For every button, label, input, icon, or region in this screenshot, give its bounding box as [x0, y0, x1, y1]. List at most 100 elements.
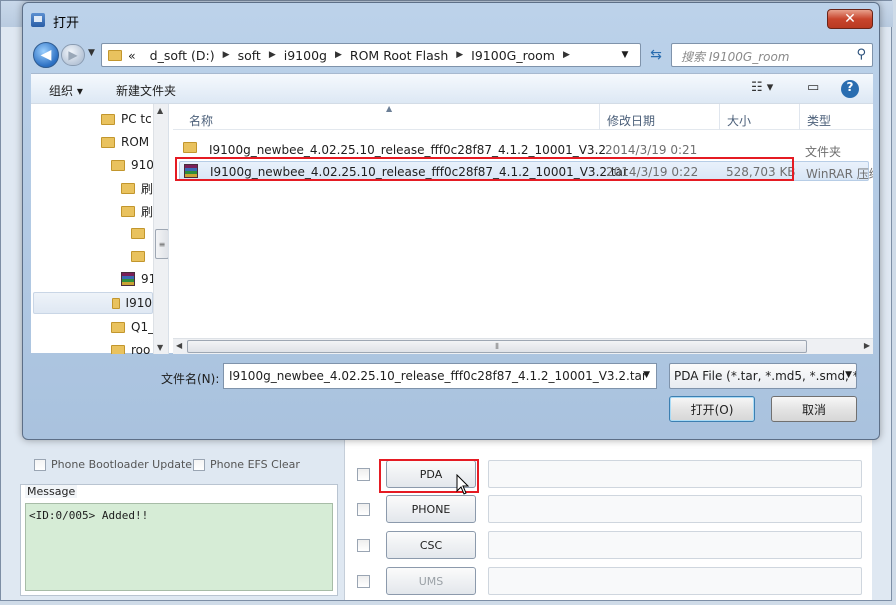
- message-log[interactable]: <ID:0/005> Added!!: [25, 503, 333, 591]
- scroll-down-icon[interactable]: ▼: [157, 343, 163, 352]
- ums-button[interactable]: UMS: [386, 567, 476, 595]
- tree-item[interactable]: 刷: [121, 200, 153, 222]
- pda-checkbox[interactable]: [357, 467, 370, 481]
- folder-icon: [121, 205, 135, 217]
- new-folder-button[interactable]: 新建文件夹: [116, 82, 176, 99]
- file-list-hscrollbar[interactable]: ◀ ⦀ ▶: [173, 338, 873, 354]
- close-button[interactable]: ✕: [827, 9, 873, 29]
- help-icon[interactable]: ?: [841, 80, 859, 98]
- back-button[interactable]: ◀: [33, 42, 59, 68]
- file-date: 2014/3/19 0:21: [605, 143, 698, 157]
- bootloader-update-checkbox[interactable]: Phone Bootloader Update: [34, 458, 192, 471]
- breadcrumb-i9100g[interactable]: i9100g: [284, 48, 327, 63]
- file-row-csc: CSC: [357, 531, 862, 559]
- chevron-right-icon[interactable]: ▶: [335, 50, 342, 60]
- cancel-button[interactable]: 取消: [771, 396, 857, 422]
- checkbox-box[interactable]: [193, 458, 205, 471]
- scroll-thumb[interactable]: ⦀: [187, 340, 807, 353]
- csc-path-field[interactable]: [488, 531, 862, 559]
- file-row-ums: UMS: [357, 567, 862, 595]
- chevron-right-icon[interactable]: ▶: [223, 50, 230, 60]
- checkbox-box[interactable]: [34, 458, 46, 471]
- breadcrumb-soft[interactable]: soft: [238, 48, 261, 63]
- message-legend: Message: [25, 485, 78, 498]
- column-divider[interactable]: [799, 104, 800, 130]
- dialog-content: PC tc ROM 910 刷 刷 91 I910 Q1_ roo ▲ ≡ ▼ …: [31, 103, 873, 354]
- column-date[interactable]: 修改日期: [607, 112, 655, 129]
- scroll-right-icon[interactable]: ▶: [864, 341, 870, 350]
- folder-icon: [101, 136, 115, 148]
- file-list: ▲ 名称 修改日期 大小 类型 I9100g_newbee_4.02.25.10…: [173, 104, 873, 354]
- tree-item[interactable]: ROM: [101, 131, 149, 153]
- winrar-archive-icon: [121, 272, 135, 286]
- tree-item-label: 刷: [141, 204, 154, 219]
- ums-checkbox[interactable]: [357, 574, 370, 588]
- tree-item-label: PC tc: [121, 112, 152, 126]
- tree-scrollbar[interactable]: ▲ ≡ ▼: [153, 104, 168, 354]
- file-name: I9100g_newbee_4.02.25.10_release_fff0c28…: [209, 143, 607, 157]
- open-button[interactable]: 打开(O): [669, 396, 755, 422]
- tree-item-label: I910: [125, 296, 152, 310]
- efs-clear-checkbox[interactable]: Phone EFS Clear: [193, 458, 300, 471]
- search-icon[interactable]: ⚲: [856, 47, 866, 62]
- column-divider[interactable]: [719, 104, 720, 130]
- chevron-right-icon[interactable]: ▶: [456, 50, 463, 60]
- folder-icon: [111, 344, 125, 354]
- navigation-bar: ◀ ▶ ▼ « d_soft (D:) ▶ soft ▶ i9100g ▶ RO…: [31, 41, 873, 69]
- breadcrumb-current[interactable]: I9100G_room: [471, 48, 555, 63]
- phone-path-field[interactable]: [488, 495, 862, 523]
- chevron-right-icon[interactable]: ▶: [563, 50, 570, 60]
- filetype-dropdown-icon[interactable]: ▼: [845, 370, 852, 380]
- filetype-value: PDA File (*.tar, *.md5, *.smd, *.gz, *.t…: [674, 369, 856, 383]
- forward-button[interactable]: ▶: [61, 44, 85, 66]
- column-type[interactable]: 类型: [807, 112, 831, 129]
- dialog-bottom: 文件名(N): I9100g_newbee_4.02.25.10_release…: [31, 355, 873, 435]
- ums-path-field[interactable]: [488, 567, 862, 595]
- scroll-up-icon[interactable]: ▲: [157, 106, 163, 115]
- tree-item[interactable]: roo: [111, 339, 150, 354]
- recent-locations-dropdown-icon[interactable]: ▼: [88, 48, 95, 58]
- phone-button[interactable]: PHONE: [386, 495, 476, 523]
- filename-dropdown-icon[interactable]: ▼: [643, 370, 650, 380]
- folder-icon: [121, 182, 135, 194]
- filename-input[interactable]: I9100g_newbee_4.02.25.10_release_fff0c28…: [223, 363, 657, 389]
- column-name[interactable]: 名称: [189, 112, 213, 129]
- checkbox-label: Phone EFS Clear: [210, 458, 300, 471]
- checkbox-label: Phone Bootloader Update: [51, 458, 193, 471]
- search-input[interactable]: 搜索 I9100G_room ⚲: [671, 43, 873, 67]
- pda-path-field[interactable]: [488, 460, 862, 488]
- view-options-icon[interactable]: ☷ ▾: [751, 80, 773, 95]
- refresh-icon[interactable]: ⇆: [645, 44, 667, 66]
- csc-checkbox[interactable]: [357, 538, 370, 552]
- breadcrumb-overflow[interactable]: «: [128, 48, 136, 63]
- tree-item[interactable]: Q1_: [111, 316, 154, 338]
- app-icon: [31, 13, 45, 27]
- tree-item-label: 刷: [141, 181, 154, 196]
- tree-item[interactable]: 刷: [121, 177, 153, 199]
- navigation-tree: PC tc ROM 910 刷 刷 91 I910 Q1_ roo ▲ ≡ ▼: [31, 104, 169, 354]
- chevron-right-icon[interactable]: ▶: [269, 50, 276, 60]
- tree-item[interactable]: PC tc: [101, 108, 152, 130]
- tree-item-selected[interactable]: I910: [33, 292, 153, 314]
- filetype-select[interactable]: PDA File (*.tar, *.md5, *.smd, *.gz, *.t…: [669, 363, 857, 389]
- filename-value: I9100g_newbee_4.02.25.10_release_fff0c28…: [229, 369, 647, 383]
- scroll-left-icon[interactable]: ◀: [176, 341, 182, 350]
- organize-menu[interactable]: 组织 ▾: [49, 82, 83, 99]
- breadcrumb-rom-root-flash[interactable]: ROM Root Flash: [350, 48, 448, 63]
- csc-button[interactable]: CSC: [386, 531, 476, 559]
- scroll-thumb[interactable]: ≡: [155, 229, 168, 259]
- address-bar[interactable]: « d_soft (D:) ▶ soft ▶ i9100g ▶ ROM Root…: [101, 43, 641, 67]
- screen: Phone Bootloader Update Phone EFS Clear …: [0, 0, 896, 605]
- tree-item[interactable]: [131, 222, 151, 244]
- tree-item[interactable]: 91: [121, 268, 156, 290]
- folder-icon: [112, 297, 120, 309]
- column-size[interactable]: 大小: [727, 112, 751, 129]
- preview-pane-icon[interactable]: ▭: [807, 80, 819, 95]
- dialog-toolbar: 组织 ▾ 新建文件夹 ☷ ▾ ▭ ?: [31, 73, 873, 103]
- address-dropdown-icon[interactable]: ▼: [610, 44, 640, 66]
- tree-item[interactable]: [131, 245, 151, 267]
- breadcrumb-drive[interactable]: d_soft (D:): [150, 48, 215, 63]
- tree-item[interactable]: 910: [111, 154, 154, 176]
- column-divider[interactable]: [599, 104, 600, 130]
- phone-checkbox[interactable]: [357, 502, 370, 516]
